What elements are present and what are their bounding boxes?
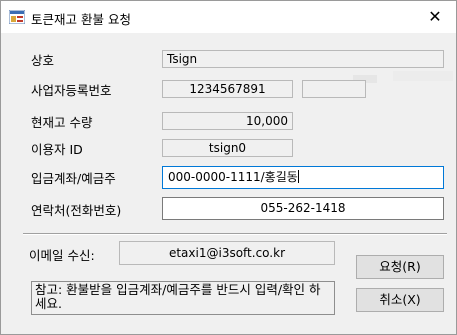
bizno-extra-field [302,80,366,98]
notice-text: 참고: 환불받을 입금계좌/예금주를 반드시 입력/확인 하세요. [31,281,335,315]
close-button[interactable]: ✕ [414,1,456,33]
phone-label: 연락처(전화번호) [31,203,122,218]
text-caret [297,170,299,183]
account-label: 입금계좌/예금주 [31,171,116,186]
bizno-label: 사업자등록번호 [31,83,112,98]
user-id-label: 이용자 ID [31,142,83,157]
divider [23,233,447,235]
close-icon: ✕ [428,7,442,26]
bizno-field: 1234567891 [162,80,293,98]
email-field: etaxi1@i3soft.co.kr [119,241,335,265]
window-title: 토큰재고 환불 요청 [31,12,131,27]
title-bar: 토큰재고 환불 요청 ✕ [1,1,456,33]
account-input[interactable]: 000-0000-1111/홍길동 [162,166,444,189]
cancel-button[interactable]: 취소(X) [356,288,444,312]
account-input-value: 000-0000-1111/홍길동 [168,170,298,184]
user-id-field: tsign0 [162,139,293,157]
company-label: 상호 [31,53,55,68]
phone-input[interactable]: 055-262-1418 [162,197,444,220]
stock-field: 10,000 [162,112,293,130]
request-button[interactable]: 요청(R) [356,255,444,279]
background-ghost-text [353,69,453,87]
email-label: 이메일 수신: [29,248,95,263]
refund-request-dialog: 토큰재고 환불 요청 ✕ 상호 Tsign 사업자등록번호 1234567891… [0,0,457,335]
stock-label: 현재고 수량 [31,115,93,130]
app-icon [8,9,26,25]
company-field: Tsign [162,50,444,68]
